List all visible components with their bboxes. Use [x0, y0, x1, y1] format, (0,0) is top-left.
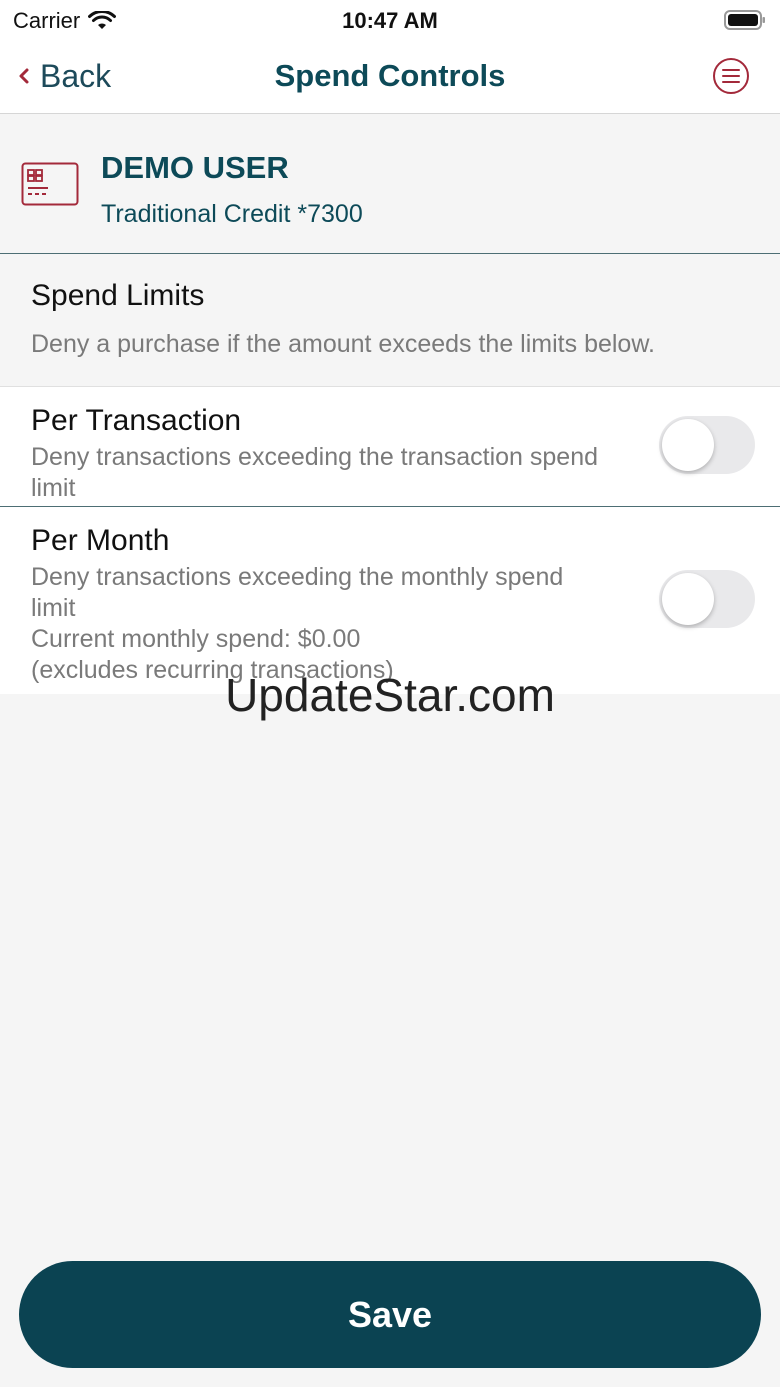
per-month-title: Per Month: [31, 524, 170, 557]
menu-icon[interactable]: [712, 57, 750, 95]
per-month-description-block: Deny transactions exceeding the monthly …: [31, 562, 611, 686]
spend-limits-section: Spend Limits Deny a purchase if the amou…: [0, 254, 780, 387]
toggle-knob: [662, 573, 714, 625]
per-month-toggle[interactable]: [659, 570, 755, 628]
per-month-row: Per Month Deny transactions exceeding th…: [0, 507, 780, 694]
toggle-knob: [662, 419, 714, 471]
status-time: 10:47 AM: [342, 8, 438, 33]
per-transaction-title: Per Transaction: [31, 404, 242, 437]
current-monthly-spend: Current monthly spend: $0.00: [31, 625, 361, 653]
recurring-note: (excludes recurring transactions): [31, 656, 394, 684]
status-bar: Carrier 10:47 AM: [0, 0, 780, 40]
nav-bar: Back Spend Controls: [0, 40, 780, 114]
section-description: Deny a purchase if the amount exceeds th…: [31, 330, 655, 358]
save-button[interactable]: Save: [19, 1261, 761, 1368]
account-name: DEMO USER: [101, 150, 289, 185]
per-month-description: Deny transactions exceeding the monthly …: [31, 563, 564, 622]
page-title: Spend Controls: [274, 58, 506, 93]
credit-card-icon: [21, 162, 79, 206]
per-transaction-row: Per Transaction Deny transactions exceed…: [0, 387, 780, 507]
per-transaction-description: Deny transactions exceeding the transact…: [31, 443, 599, 502]
per-transaction-toggle[interactable]: [659, 416, 755, 474]
battery-icon: [724, 10, 765, 30]
card-label: Traditional Credit *7300: [101, 200, 363, 228]
account-header: DEMO USER Traditional Credit *7300: [0, 114, 780, 254]
section-title: Spend Limits: [31, 279, 205, 312]
